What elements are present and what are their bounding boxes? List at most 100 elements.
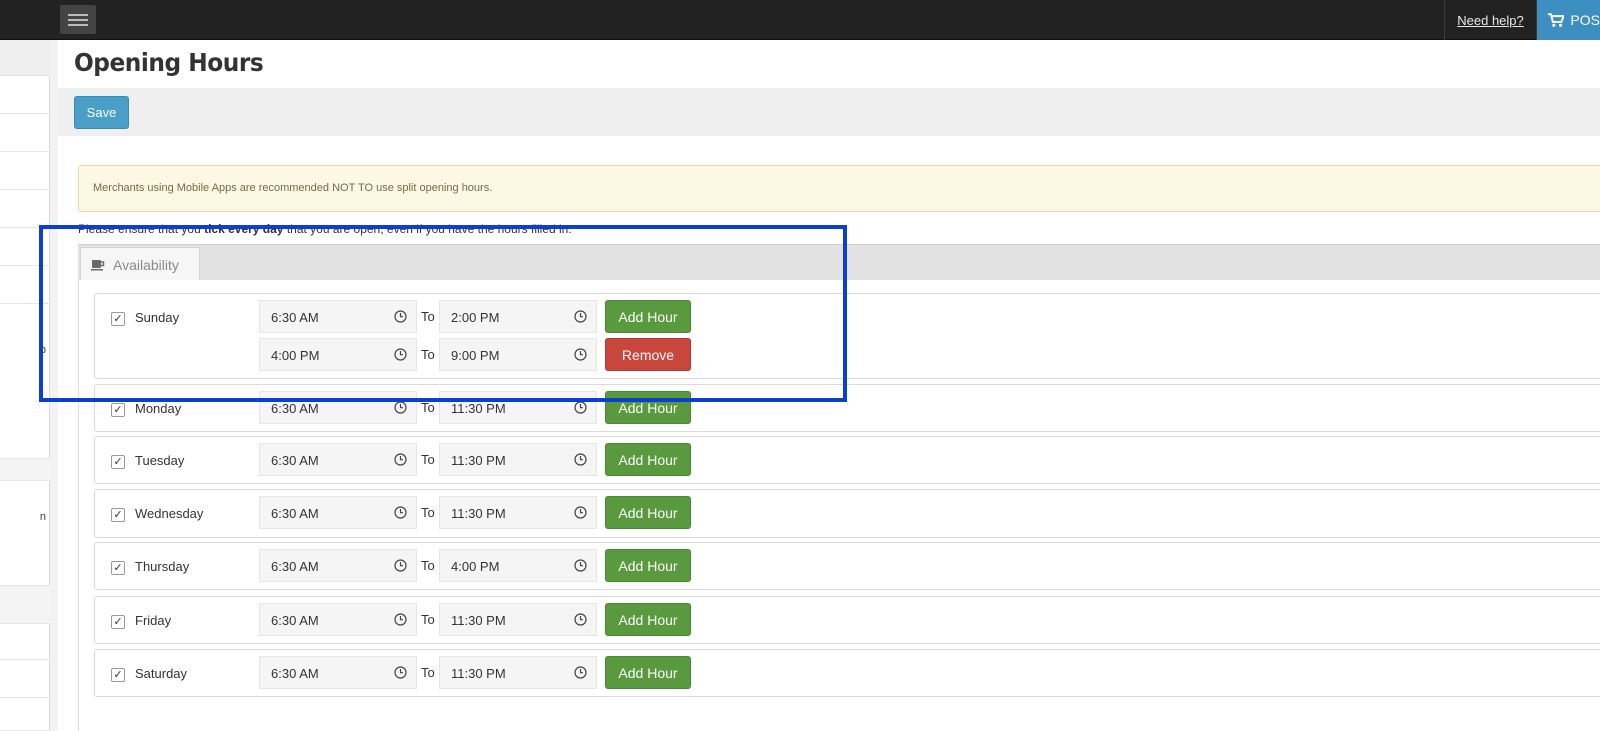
clock-icon[interactable]: [394, 666, 407, 682]
to-time-value: 11:30 PM: [451, 666, 506, 681]
clock-icon[interactable]: [574, 453, 587, 469]
sidebar-item[interactable]: [0, 459, 50, 481]
add-hour-button[interactable]: Add Hour: [605, 496, 691, 529]
need-help-link[interactable]: Need help?: [1457, 13, 1524, 28]
tab-bar: Availability: [78, 244, 1600, 281]
from-time-input[interactable]: 6:30 AM: [259, 443, 417, 476]
from-time-value: 4:00 PM: [271, 348, 320, 363]
day-row: ✓ Thursday 6:30 AM To 4:00 PM Add Hour: [94, 542, 1600, 590]
to-label: To: [421, 505, 435, 520]
toolbar: Save: [58, 88, 1600, 136]
sidebar: p n: [0, 40, 50, 731]
notice-text-before: Please ensure that you: [78, 222, 205, 236]
to-time-input[interactable]: 11:30 PM: [439, 496, 597, 529]
to-time-value: 9:00 PM: [451, 348, 500, 363]
to-label: To: [421, 400, 435, 415]
cart-icon: [1547, 13, 1565, 27]
to-time-input[interactable]: 2:00 PM: [439, 300, 597, 333]
tab-availability[interactable]: Availability: [80, 247, 200, 281]
clock-icon[interactable]: [394, 453, 407, 469]
sidebar-item[interactable]: [0, 152, 50, 190]
clock-icon[interactable]: [574, 506, 587, 522]
add-hour-button[interactable]: Add Hour: [605, 549, 691, 582]
from-time-input[interactable]: 6:30 AM: [259, 300, 417, 333]
sidebar-item[interactable]: [0, 190, 50, 228]
clock-icon[interactable]: [394, 506, 407, 522]
day-checkbox[interactable]: ✓: [111, 508, 125, 522]
to-time-value: 11:30 PM: [451, 401, 506, 416]
warning-alert: Merchants using Mobile Apps are recommen…: [78, 165, 1600, 212]
from-time-input[interactable]: 6:30 AM: [259, 603, 417, 636]
sidebar-item[interactable]: [0, 228, 50, 266]
add-hour-button[interactable]: Add Hour: [605, 443, 691, 476]
clock-icon[interactable]: [394, 310, 407, 326]
to-time-input[interactable]: 9:00 PM: [439, 338, 597, 371]
sidebar-item[interactable]: p: [0, 304, 50, 459]
clock-icon[interactable]: [394, 348, 407, 364]
sidebar-item[interactable]: [0, 624, 50, 660]
sidebar-item[interactable]: [0, 76, 50, 114]
sidebar-item[interactable]: [0, 660, 50, 698]
to-label: To: [421, 612, 435, 627]
page-title: Opening Hours: [74, 48, 264, 77]
clock-icon[interactable]: [394, 613, 407, 629]
notice-text-after: that you are open, even if you have the …: [283, 222, 572, 236]
remove-hour-button[interactable]: Remove: [605, 338, 691, 371]
add-hour-button[interactable]: Add Hour: [605, 391, 691, 424]
hamburger-icon[interactable]: [60, 5, 96, 34]
clock-icon[interactable]: [394, 401, 407, 417]
from-time-value: 6:30 AM: [271, 453, 319, 468]
to-label: To: [421, 558, 435, 573]
day-checkbox[interactable]: ✓: [111, 561, 125, 575]
day-checkbox[interactable]: ✓: [111, 668, 125, 682]
add-hour-button[interactable]: Add Hour: [605, 603, 691, 636]
sidebar-item[interactable]: [0, 266, 50, 304]
clock-icon[interactable]: [574, 401, 587, 417]
day-checkbox[interactable]: ✓: [111, 403, 125, 417]
to-time-input[interactable]: 11:30 PM: [439, 603, 597, 636]
sidebar-item[interactable]: n: [0, 481, 50, 586]
sidebar-item[interactable]: [0, 586, 50, 624]
to-time-input[interactable]: 11:30 PM: [439, 391, 597, 424]
day-checkbox[interactable]: ✓: [111, 615, 125, 629]
sidebar-item[interactable]: [0, 40, 50, 76]
day-checkbox[interactable]: ✓: [111, 312, 125, 326]
sidebar-item[interactable]: [0, 114, 50, 152]
from-time-input[interactable]: 6:30 AM: [259, 496, 417, 529]
day-row: ✓ Wednesday 6:30 AM To 11:30 PM Add Hour: [94, 489, 1600, 538]
from-time-value: 6:30 AM: [271, 310, 319, 325]
clock-icon[interactable]: [574, 613, 587, 629]
day-label: Tuesday: [135, 453, 185, 468]
add-hour-button[interactable]: Add Hour: [605, 656, 691, 689]
sidebar-item[interactable]: [0, 698, 50, 731]
from-time-input[interactable]: 6:30 AM: [259, 391, 417, 424]
clock-icon[interactable]: [574, 559, 587, 575]
to-time-input[interactable]: 11:30 PM: [439, 656, 597, 689]
from-time-input[interactable]: 6:30 AM: [259, 549, 417, 582]
clock-icon[interactable]: [574, 666, 587, 682]
day-row: ✓ Sunday 6:30 AM To 2:00 PM Add Hour 4:00 PM To…: [94, 293, 1600, 379]
sidebar-text-fragment: p: [39, 344, 46, 356]
to-time-value: 2:00 PM: [451, 310, 500, 325]
tick-notice: Please ensure that you tick every day th…: [78, 222, 572, 236]
clock-icon[interactable]: [394, 559, 407, 575]
day-row: ✓ Tuesday 6:30 AM To 11:30 PM Add Hour: [94, 436, 1600, 484]
from-time-input[interactable]: 4:00 PM: [259, 338, 417, 371]
to-time-input[interactable]: 4:00 PM: [439, 549, 597, 582]
save-button[interactable]: Save: [74, 96, 129, 129]
add-hour-button[interactable]: Add Hour: [605, 300, 691, 333]
to-time-value: 11:30 PM: [451, 453, 506, 468]
day-checkbox[interactable]: ✓: [111, 455, 125, 469]
from-time-value: 6:30 AM: [271, 559, 319, 574]
to-label: To: [421, 665, 435, 680]
to-time-input[interactable]: 11:30 PM: [439, 443, 597, 476]
clock-icon[interactable]: [574, 348, 587, 364]
clock-icon[interactable]: [574, 310, 587, 326]
from-time-input[interactable]: 6:30 AM: [259, 656, 417, 689]
pos-label: POS: [1570, 12, 1600, 28]
to-label: To: [421, 309, 435, 324]
sidebar-text-fragment: n: [39, 511, 46, 523]
pos-button[interactable]: POS: [1537, 0, 1600, 40]
from-time-value: 6:30 AM: [271, 506, 319, 521]
to-label: To: [421, 452, 435, 467]
